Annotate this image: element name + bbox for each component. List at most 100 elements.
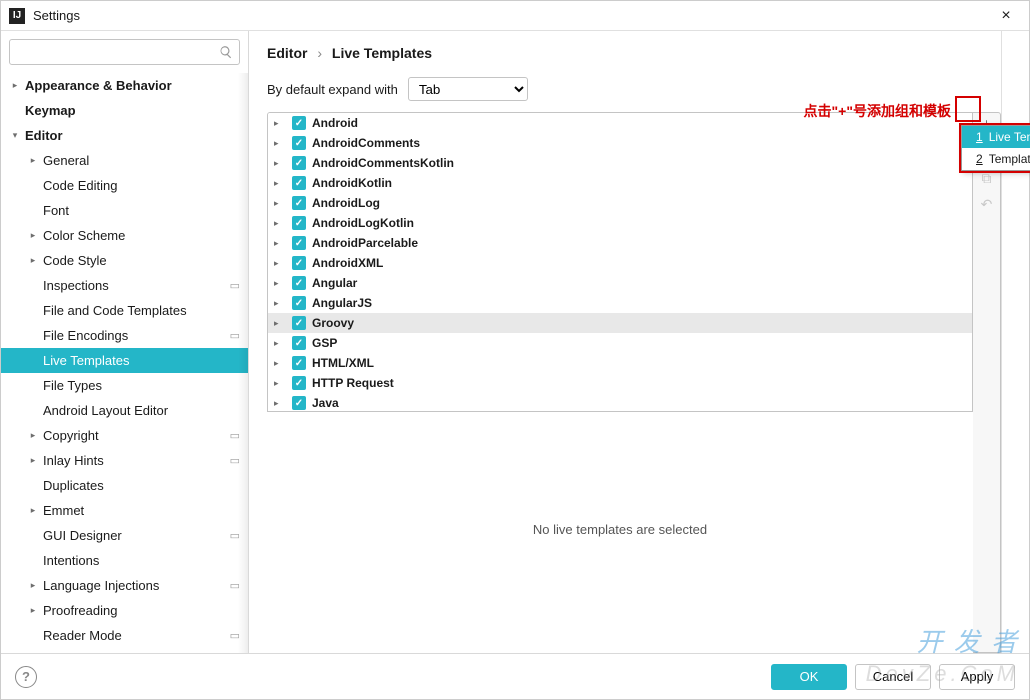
sidebar-item-label: Intentions xyxy=(43,553,99,568)
sidebar-item-android-layout-editor[interactable]: Android Layout Editor xyxy=(1,398,248,423)
template-group-androidlogkotlin[interactable]: ▸AndroidLogKotlin xyxy=(268,213,972,233)
checkbox-icon[interactable] xyxy=(292,136,306,150)
sidebar-item-label: Live Templates xyxy=(43,353,129,368)
checkbox-icon[interactable] xyxy=(292,356,306,370)
gear-icon: ▭ xyxy=(230,629,240,642)
sidebar-item-label: File Types xyxy=(43,378,102,393)
sidebar-item-label: Android Layout Editor xyxy=(43,403,168,418)
sidebar-item-label: File and Code Templates xyxy=(43,303,187,318)
template-name: Groovy xyxy=(312,316,354,330)
apply-button[interactable]: Apply xyxy=(939,664,1015,690)
window-title: Settings xyxy=(33,8,991,23)
sidebar-item-language-injections[interactable]: ▸Language Injections▭ xyxy=(1,573,248,598)
checkbox-icon[interactable] xyxy=(292,116,306,130)
sidebar-item-emmet[interactable]: ▸Emmet xyxy=(1,498,248,523)
settings-tree[interactable]: ▸Appearance & BehaviorKeymap▾Editor▸Gene… xyxy=(1,73,248,653)
chevron-icon: ▸ xyxy=(9,80,21,92)
checkbox-icon[interactable] xyxy=(292,156,306,170)
sidebar-item-file-encodings[interactable]: File Encodings▭ xyxy=(1,323,248,348)
sidebar-item-code-editing[interactable]: Code Editing xyxy=(1,173,248,198)
sidebar-item-code-style[interactable]: ▸Code Style xyxy=(1,248,248,273)
expand-label: By default expand with xyxy=(267,82,398,97)
sidebar-item-intentions[interactable]: Intentions xyxy=(1,548,248,573)
undo-button[interactable]: ↶ xyxy=(973,191,1000,217)
template-group-html-xml[interactable]: ▸HTML/XML xyxy=(268,353,972,373)
template-list[interactable]: ▸Android▸AndroidComments▸AndroidComments… xyxy=(267,112,973,412)
sidebar-item-editor[interactable]: ▾Editor xyxy=(1,123,248,148)
popup-item-live-template[interactable]: 1Live Template xyxy=(962,126,1030,148)
expand-select[interactable]: Tab xyxy=(408,77,528,101)
sidebar-item-live-templates[interactable]: Live Templates xyxy=(1,348,248,373)
checkbox-icon[interactable] xyxy=(292,316,306,330)
sidebar-item-file-and-code-templates[interactable]: File and Code Templates xyxy=(1,298,248,323)
close-button[interactable]: × xyxy=(991,7,1021,25)
chevron-icon: ▾ xyxy=(9,130,21,142)
help-button[interactable]: ? xyxy=(15,666,37,688)
sidebar-item-file-types[interactable]: File Types xyxy=(1,373,248,398)
template-group-groovy[interactable]: ▸Groovy xyxy=(268,313,972,333)
template-group-angularjs[interactable]: ▸AngularJS xyxy=(268,293,972,313)
chevron-right-icon: ▸ xyxy=(274,378,286,389)
footer: ? OK Cancel Apply xyxy=(1,653,1029,699)
popup-item-label: Live Template xyxy=(989,130,1030,144)
chevron-right-icon: ▸ xyxy=(274,138,286,149)
sidebar-item-label: Color Scheme xyxy=(43,228,125,243)
search-field[interactable] xyxy=(16,45,219,59)
sidebar-item-label: Proofreading xyxy=(43,603,117,618)
add-popup: 1Live Template 2 Template Group... xyxy=(961,125,1030,171)
template-name: AndroidLog xyxy=(312,196,380,210)
checkbox-icon[interactable] xyxy=(292,376,306,390)
sidebar-item-inlay-hints[interactable]: ▸Inlay Hints▭ xyxy=(1,448,248,473)
sidebar-item-keymap[interactable]: Keymap xyxy=(1,98,248,123)
template-group-androidlog[interactable]: ▸AndroidLog xyxy=(268,193,972,213)
checkbox-icon[interactable] xyxy=(292,176,306,190)
template-name: AndroidLogKotlin xyxy=(312,216,414,230)
sidebar-item-label: Reader Mode xyxy=(43,628,122,643)
sidebar-item-label: Inspections xyxy=(43,278,109,293)
chevron-right-icon: ▸ xyxy=(274,258,286,269)
sidebar-item-font[interactable]: Font xyxy=(1,198,248,223)
sidebar-item-label: Code Style xyxy=(43,253,107,268)
template-group-http-request[interactable]: ▸HTTP Request xyxy=(268,373,972,393)
breadcrumb-editor: Editor xyxy=(267,45,307,61)
popup-item-template-group-[interactable]: 2 Template Group... xyxy=(962,148,1030,170)
checkbox-icon[interactable] xyxy=(292,296,306,310)
sidebar-item-copyright[interactable]: ▸Copyright▭ xyxy=(1,423,248,448)
sidebar-item-proofreading[interactable]: ▸Proofreading xyxy=(1,598,248,623)
sidebar-item-label: Emmet xyxy=(43,503,84,518)
chevron-icon xyxy=(9,105,21,117)
template-group-androidxml[interactable]: ▸AndroidXML xyxy=(268,253,972,273)
template-group-androidparcelable[interactable]: ▸AndroidParcelable xyxy=(268,233,972,253)
template-group-androidcommentskotlin[interactable]: ▸AndroidCommentsKotlin xyxy=(268,153,972,173)
search-input[interactable] xyxy=(9,39,240,65)
sidebar-item-inspections[interactable]: Inspections▭ xyxy=(1,273,248,298)
template-group-java[interactable]: ▸Java xyxy=(268,393,972,412)
ok-button[interactable]: OK xyxy=(771,664,847,690)
cancel-button[interactable]: Cancel xyxy=(855,664,931,690)
sidebar-item-reader-mode[interactable]: Reader Mode ▭ xyxy=(1,623,248,648)
checkbox-icon[interactable] xyxy=(292,216,306,230)
checkbox-icon[interactable] xyxy=(292,276,306,290)
checkbox-icon[interactable] xyxy=(292,256,306,270)
sidebar-item-duplicates[interactable]: Duplicates xyxy=(1,473,248,498)
popup-item-label: Template Group... xyxy=(989,152,1030,166)
app-icon: IJ xyxy=(9,8,25,24)
template-group-angular[interactable]: ▸Angular xyxy=(268,273,972,293)
template-group-androidcomments[interactable]: ▸AndroidComments xyxy=(268,133,972,153)
template-group-androidkotlin[interactable]: ▸AndroidKotlin xyxy=(268,173,972,193)
sidebar-item-general[interactable]: ▸General xyxy=(1,148,248,173)
sidebar-item-color-scheme[interactable]: ▸Color Scheme xyxy=(1,223,248,248)
checkbox-icon[interactable] xyxy=(292,236,306,250)
template-group-gsp[interactable]: ▸GSP xyxy=(268,333,972,353)
checkbox-icon[interactable] xyxy=(292,336,306,350)
popup-item-number: 2 xyxy=(976,152,983,166)
checkbox-icon[interactable] xyxy=(292,196,306,210)
checkbox-icon[interactable] xyxy=(292,396,306,410)
sidebar-item-appearance-behavior[interactable]: ▸Appearance & Behavior xyxy=(1,73,248,98)
sidebar-item-gui-designer[interactable]: GUI Designer▭ xyxy=(1,523,248,548)
template-toolbar: ＋ － ⧉ ↶ xyxy=(973,112,1001,653)
template-name: Angular xyxy=(312,276,357,290)
template-name: AndroidParcelable xyxy=(312,236,418,250)
main-panel: Editor › Live Templates By default expan… xyxy=(249,31,1001,653)
sidebar-item-label: Inlay Hints xyxy=(43,453,104,468)
